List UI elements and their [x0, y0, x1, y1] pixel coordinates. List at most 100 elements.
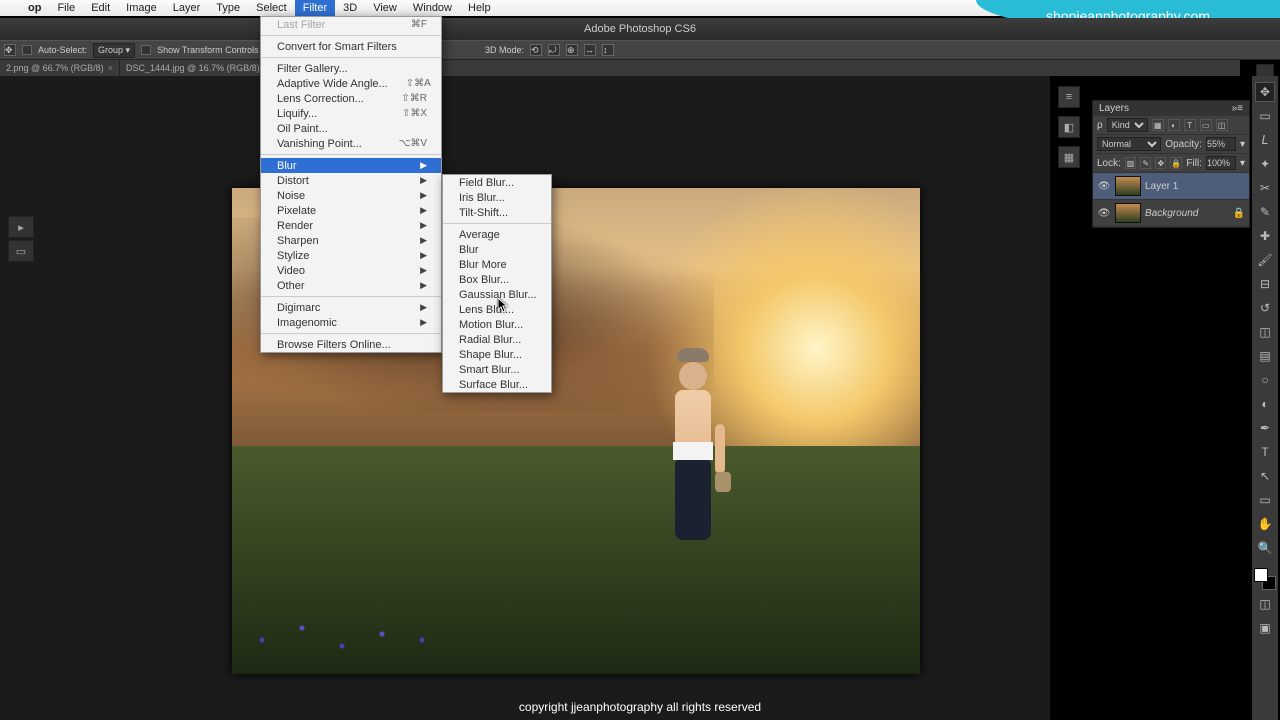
color-panel-icon[interactable]: ◧ [1058, 116, 1080, 138]
menu-layer[interactable]: Layer [165, 0, 209, 16]
blur-average[interactable]: Average [443, 227, 551, 242]
blur-lens[interactable]: Lens Blur... [443, 302, 551, 317]
menu-window[interactable]: Window [405, 0, 460, 16]
screenmode-icon[interactable]: ▣ [1255, 618, 1275, 638]
menu-view[interactable]: View [365, 0, 405, 16]
menu-image[interactable]: Image [118, 0, 165, 16]
filter-gallery[interactable]: Filter Gallery... [261, 61, 441, 76]
filter-render-submenu[interactable]: Render▶ [261, 218, 441, 233]
history-brush-icon[interactable]: ↺ [1255, 298, 1275, 318]
show-transform-check[interactable] [141, 45, 151, 55]
menu-3d[interactable]: 3D [335, 0, 365, 16]
menu-file[interactable]: File [49, 0, 83, 16]
lock-transparency-icon[interactable]: ▨ [1125, 157, 1136, 169]
filter-blur-submenu[interactable]: Blur▶ [261, 158, 441, 173]
wand-tool-icon[interactable]: ✦ [1255, 154, 1275, 174]
blur-surface[interactable]: Surface Blur... [443, 377, 551, 392]
menu-select[interactable]: Select [248, 0, 295, 16]
filter-video-submenu[interactable]: Video▶ [261, 263, 441, 278]
lock-position-icon[interactable]: ✥ [1155, 157, 1166, 169]
filter-browse-online[interactable]: Browse Filters Online... [261, 337, 441, 352]
blur-smart[interactable]: Smart Blur... [443, 362, 551, 377]
layer-name[interactable]: Background [1145, 208, 1198, 219]
quickmask-icon[interactable]: ◫ [1255, 594, 1275, 614]
3d-pan-icon[interactable]: ⊕ [566, 44, 578, 56]
tab-0[interactable]: 2.png @ 66.7% (RGB/8)× [0, 60, 120, 76]
menu-edit[interactable]: Edit [83, 0, 118, 16]
gradient-tool-icon[interactable]: ▤ [1255, 346, 1275, 366]
filter-adjust-icon[interactable]: ◐ [1168, 119, 1180, 131]
move-tool-icon[interactable]: ✥ [1255, 82, 1275, 102]
blur-blur[interactable]: Blur [443, 242, 551, 257]
filter-sharpen-submenu[interactable]: Sharpen▶ [261, 233, 441, 248]
filter-distort-submenu[interactable]: Distort▶ [261, 173, 441, 188]
shape-tool-icon[interactable]: ▭ [1255, 490, 1275, 510]
menu-help[interactable]: Help [460, 0, 499, 16]
layer-row-layer1[interactable]: 👁 Layer 1 [1093, 173, 1249, 200]
move-tool-icon[interactable]: ✥ [4, 44, 16, 56]
hand-tool-icon[interactable]: ✋ [1255, 514, 1275, 534]
blur-motion[interactable]: Motion Blur... [443, 317, 551, 332]
filter-smart-icon[interactable]: ◫ [1216, 119, 1228, 131]
apple-menu[interactable] [0, 0, 20, 16]
app-menu[interactable]: op [20, 0, 49, 16]
color-swatches[interactable] [1254, 568, 1276, 590]
opacity-input[interactable] [1206, 137, 1236, 151]
auto-select-group[interactable]: Group ▾ [93, 43, 135, 58]
layer-thumbnail[interactable] [1115, 203, 1141, 223]
filter-stylize-submenu[interactable]: Stylize▶ [261, 248, 441, 263]
visibility-icon[interactable]: 👁 [1097, 181, 1111, 192]
filter-shape-icon[interactable]: ▭ [1200, 119, 1212, 131]
filter-adaptive-wide-angle[interactable]: Adaptive Wide Angle...⇧⌘A [261, 76, 441, 91]
pen-tool-icon[interactable]: ✒ [1255, 418, 1275, 438]
3d-orbit-icon[interactable]: ⟲ [530, 44, 542, 56]
close-icon[interactable]: × [108, 63, 113, 73]
blur-blur-more[interactable]: Blur More [443, 257, 551, 272]
blur-radial[interactable]: Radial Blur... [443, 332, 551, 347]
blur-tilt-shift[interactable]: Tilt-Shift... [443, 205, 551, 220]
fill-slider-icon[interactable]: ▾ [1240, 158, 1245, 169]
stamp-tool-icon[interactable]: ⊟ [1255, 274, 1275, 294]
blur-gaussian[interactable]: Gaussian Blur... [443, 287, 551, 302]
3d-roll-icon[interactable]: ⤾ [548, 44, 560, 56]
filter-vanishing-point[interactable]: Vanishing Point...⌥⌘V [261, 136, 441, 151]
healing-tool-icon[interactable]: ✚ [1255, 226, 1275, 246]
auto-select-check[interactable] [22, 45, 32, 55]
brush-tool-icon[interactable]: 🖌 [1255, 250, 1275, 270]
opacity-slider-icon[interactable]: ▾ [1240, 139, 1245, 150]
ruler-marker-icon[interactable]: ▸ [8, 216, 34, 238]
filter-type-icon[interactable]: T [1184, 119, 1196, 131]
lock-pixels-icon[interactable]: ✎ [1140, 157, 1151, 169]
visibility-icon[interactable]: 👁 [1097, 208, 1111, 219]
3d-slide-icon[interactable]: ↔ [584, 44, 596, 56]
fill-input[interactable] [1206, 156, 1236, 170]
filter-other-submenu[interactable]: Other▶ [261, 278, 441, 293]
swatches-panel-icon[interactable]: ▦ [1058, 146, 1080, 168]
layer-thumbnail[interactable] [1115, 176, 1141, 196]
eraser-tool-icon[interactable]: ◫ [1255, 322, 1275, 342]
layer-name[interactable]: Layer 1 [1145, 181, 1178, 192]
blur-shape[interactable]: Shape Blur... [443, 347, 551, 362]
filter-liquify[interactable]: Liquify...⇧⌘X [261, 106, 441, 121]
artboard-icon[interactable]: ▭ [8, 240, 34, 262]
tab-1[interactable]: DSC_1444.jpg @ 16.7% (RGB/8)× [120, 60, 276, 76]
filter-noise-submenu[interactable]: Noise▶ [261, 188, 441, 203]
blur-iris[interactable]: Iris Blur... [443, 190, 551, 205]
filter-lens-correction[interactable]: Lens Correction...⇧⌘R [261, 91, 441, 106]
history-panel-icon[interactable]: ≡ [1058, 86, 1080, 108]
dodge-tool-icon[interactable]: ◐ [1255, 394, 1275, 414]
blur-box[interactable]: Box Blur... [443, 272, 551, 287]
blur-tool-icon[interactable]: ○ [1255, 370, 1275, 390]
blend-mode-select[interactable]: Normal [1097, 137, 1161, 151]
panel-menu-icon[interactable]: »≡ [1232, 103, 1243, 114]
filter-convert-smart[interactable]: Convert for Smart Filters [261, 39, 441, 54]
menu-filter[interactable]: Filter [295, 0, 335, 16]
filter-pixel-icon[interactable]: ▦ [1152, 119, 1164, 131]
eyedropper-tool-icon[interactable]: ✎ [1255, 202, 1275, 222]
path-tool-icon[interactable]: ↖ [1255, 466, 1275, 486]
lasso-tool-icon[interactable]: 𝘓 [1255, 130, 1275, 150]
type-tool-icon[interactable]: T [1255, 442, 1275, 462]
lock-all-icon[interactable]: 🔒 [1170, 157, 1182, 169]
blur-field[interactable]: Field Blur... [443, 175, 551, 190]
marquee-tool-icon[interactable]: ▭ [1255, 106, 1275, 126]
